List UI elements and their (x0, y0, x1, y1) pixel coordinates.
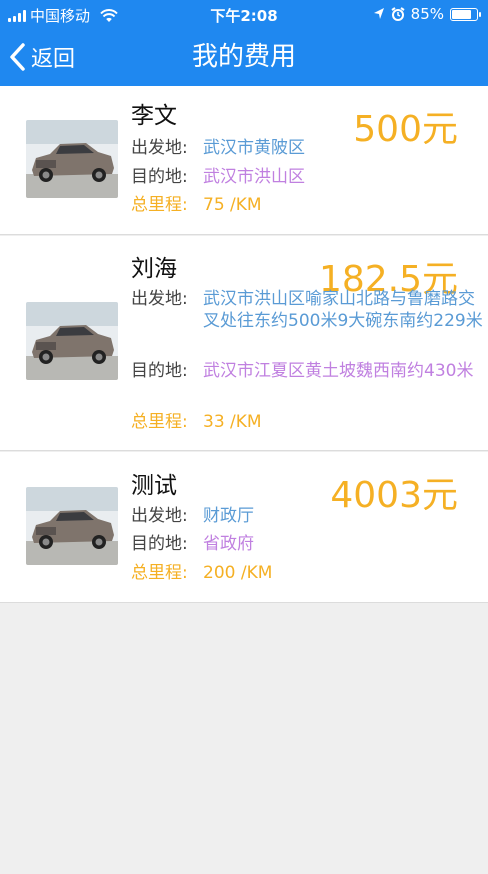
distance-row: 总里程: 200 /KM (131, 562, 483, 584)
distance-row: 总里程: 75 /KM (131, 194, 483, 216)
distance-label: 总里程: (131, 563, 188, 583)
destination-row: 目的地: 武汉市江夏区黄土坡魏西南约430米 (131, 360, 483, 382)
destination-value: 武汉市江夏区黄土坡魏西南约430米 (203, 361, 474, 381)
page-title: 我的费用 (191, 42, 296, 72)
distance-value: 75 /KM (203, 195, 262, 215)
origin-label: 出发地: (131, 138, 188, 158)
origin-row: 出发地: 武汉市洪山区喻家山北路与鲁磨路交叉处往东约500米9大碗东南约229米 (131, 288, 483, 332)
destination-row: 目的地: 武汉市洪山区 (131, 166, 483, 188)
origin-value: 武汉市黄陂区 (203, 138, 305, 158)
passenger-name: 测试 (131, 473, 177, 499)
distance-row: 总里程: 33 /KM (131, 411, 483, 433)
origin-value: 武汉市洪山区喻家山北路与鲁磨路交叉处往东约500米9大碗东南约229米 (203, 289, 483, 331)
passenger-name: 刘海 (131, 256, 177, 282)
distance-value: 200 /KM (203, 563, 273, 583)
destination-value: 省政府 (203, 534, 254, 554)
list-item[interactable]: 测试 4003元 出发地: 财政厅 目的地: 省政府 总里程: 200 /KM (0, 452, 488, 603)
destination-row: 目的地: 省政府 (131, 533, 483, 555)
status-bar: 中国移动 下午2:08 85% (0, 0, 488, 30)
destination-value: 武汉市洪山区 (203, 167, 305, 187)
alarm-icon (391, 7, 405, 21)
location-arrow-icon (373, 8, 384, 19)
distance-label: 总里程: (131, 412, 188, 432)
origin-value: 财政厅 (203, 506, 254, 526)
car-thumbnail (26, 487, 118, 565)
status-right: 85% (373, 5, 481, 23)
origin-label: 出发地: (131, 506, 188, 526)
distance-label: 总里程: (131, 195, 188, 215)
origin-label: 出发地: (131, 289, 188, 309)
destination-label: 目的地: (131, 361, 188, 381)
car-thumbnail (26, 302, 118, 380)
origin-row: 出发地: 武汉市黄陂区 (131, 137, 483, 159)
car-thumbnail (26, 120, 118, 198)
navigation-bar: 返回 我的费用 (0, 30, 488, 86)
origin-row: 出发地: 财政厅 (131, 505, 483, 527)
list-item[interactable]: 刘海 182.5元 出发地: 武汉市洪山区喻家山北路与鲁磨路交叉处往东约500米… (0, 236, 488, 451)
destination-label: 目的地: (131, 167, 188, 187)
destination-label: 目的地: (131, 534, 188, 554)
battery-icon (450, 7, 481, 21)
battery-percent: 85% (410, 5, 444, 23)
expense-list: 李文 500元 出发地: 武汉市黄陂区 目的地: 武汉市洪山区 总里程: 75 … (0, 86, 488, 604)
top-bar: 中国移动 下午2:08 85% 返回 我的费用 (0, 0, 488, 86)
list-item[interactable]: 李文 500元 出发地: 武汉市黄陂区 目的地: 武汉市洪山区 总里程: 75 … (0, 86, 488, 235)
distance-value: 33 /KM (203, 412, 262, 432)
passenger-name: 李文 (131, 103, 177, 129)
